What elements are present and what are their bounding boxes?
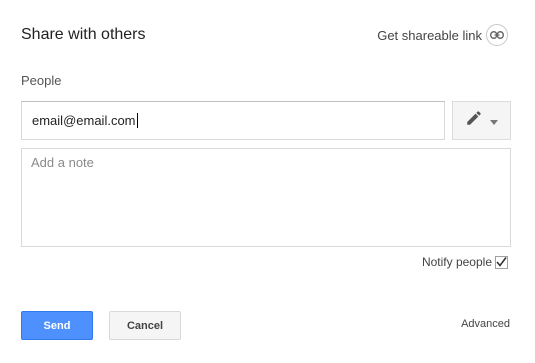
send-button[interactable]: Send [21,311,93,340]
dialog-title: Share with others [21,26,146,43]
notify-people-checkbox[interactable] [495,255,508,269]
note-placeholder: Add a note [31,155,94,170]
link-icon[interactable] [486,24,508,46]
people-label: People [21,73,62,88]
cancel-button[interactable]: Cancel [109,311,181,340]
get-shareable-link-label: Get shareable link [377,27,482,43]
get-shareable-link[interactable]: Get shareable link [377,24,508,46]
note-textarea[interactable]: Add a note [21,148,511,247]
share-dialog: Share with others Get shareable link Peo… [0,0,535,363]
notify-people-label: Notify people [421,255,492,269]
pencil-icon [465,109,483,132]
email-input-value: email@email.com [32,113,136,128]
caret-down-icon [490,112,498,130]
advanced-link[interactable]: Advanced [461,318,510,330]
notify-people-toggle[interactable]: Notify people [422,255,508,269]
permission-dropdown-button[interactable] [452,101,511,140]
text-cursor [136,113,138,128]
email-input[interactable]: email@email.com [21,101,445,140]
